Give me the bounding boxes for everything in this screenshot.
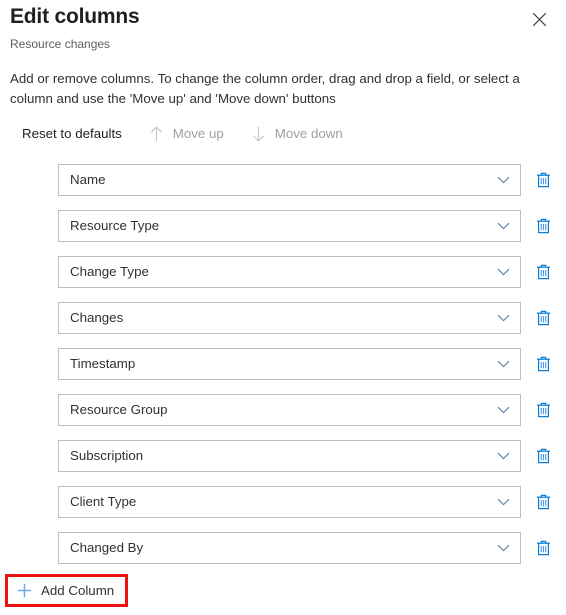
column-select-subscription[interactable]: Subscription <box>58 440 521 472</box>
trash-icon <box>535 447 552 465</box>
panel-header: Edit columns Resource changes <box>0 0 566 52</box>
chevron-down-icon <box>491 533 515 563</box>
column-select-value: Changed By <box>70 540 144 555</box>
chevron-down-icon <box>491 395 515 425</box>
column-select-name[interactable]: Name <box>58 164 521 196</box>
move-up-button[interactable]: Move up <box>148 124 224 144</box>
column-select-changes[interactable]: Changes <box>58 302 521 334</box>
column-row: Timestamp <box>0 348 566 380</box>
panel-description: Add or remove columns. To change the col… <box>10 71 520 106</box>
title-row: Edit columns <box>10 4 554 32</box>
arrow-up-icon <box>148 125 166 143</box>
delete-column-button[interactable] <box>527 165 559 195</box>
plus-icon <box>16 582 33 599</box>
panel-subtitle: Resource changes <box>10 37 111 51</box>
add-column-label: Add Column <box>41 582 115 598</box>
column-row: Name <box>0 164 566 196</box>
command-bar: Reset to defaults Move up Move down <box>22 123 566 145</box>
trash-icon <box>535 401 552 419</box>
column-select-value: Client Type <box>70 494 137 509</box>
column-select-value: Subscription <box>70 448 144 463</box>
add-column-button[interactable]: Add Column <box>8 577 114 604</box>
column-row: Resource Group <box>0 394 566 426</box>
column-select-value: Resource Type <box>70 218 160 233</box>
chevron-down-icon <box>491 165 515 195</box>
column-row: Change Type <box>0 256 566 288</box>
column-row: Subscription <box>0 440 566 472</box>
column-select-value: Change Type <box>70 264 149 279</box>
column-select-timestamp[interactable]: Timestamp <box>58 348 521 380</box>
move-up-label: Move up <box>172 126 224 141</box>
chevron-down-icon <box>491 349 515 379</box>
trash-icon <box>535 217 552 235</box>
reset-to-defaults-button[interactable]: Reset to defaults <box>22 124 122 144</box>
chevron-down-icon <box>491 487 515 517</box>
page-title: Edit columns <box>10 5 140 28</box>
move-down-button[interactable]: Move down <box>250 124 343 144</box>
chevron-down-icon <box>491 257 515 287</box>
trash-icon <box>535 355 552 373</box>
delete-column-button[interactable] <box>527 395 559 425</box>
column-select-resource-group[interactable]: Resource Group <box>58 394 521 426</box>
chevron-down-icon <box>491 441 515 471</box>
delete-column-button[interactable] <box>527 257 559 287</box>
column-row: Client Type <box>0 486 566 518</box>
trash-icon <box>535 171 552 189</box>
trash-icon <box>535 493 552 511</box>
column-row: Resource Type <box>0 210 566 242</box>
column-select-value: Name <box>70 172 106 187</box>
column-row: Changed By <box>0 532 566 564</box>
chevron-down-icon <box>491 303 515 333</box>
column-select-resource-type[interactable]: Resource Type <box>58 210 521 242</box>
column-select-value: Changes <box>70 310 124 325</box>
trash-icon <box>535 539 552 557</box>
column-select-client-type[interactable]: Client Type <box>58 486 521 518</box>
column-select-changed-by[interactable]: Changed By <box>58 532 521 564</box>
delete-column-button[interactable] <box>527 441 559 471</box>
trash-icon <box>535 263 552 281</box>
arrow-down-icon <box>250 125 268 143</box>
delete-column-button[interactable] <box>527 211 559 241</box>
close-button[interactable] <box>526 6 552 32</box>
delete-column-button[interactable] <box>527 487 559 517</box>
column-select-change-type[interactable]: Change Type <box>58 256 521 288</box>
chevron-down-icon <box>491 211 515 241</box>
delete-column-button[interactable] <box>527 303 559 333</box>
column-select-value: Timestamp <box>70 356 136 371</box>
move-down-label: Move down <box>274 126 343 141</box>
delete-column-button[interactable] <box>527 349 559 379</box>
trash-icon <box>535 309 552 327</box>
close-icon <box>532 12 547 27</box>
delete-column-button[interactable] <box>527 533 559 563</box>
columns-list: Name Resource Type Change Type Changes T… <box>0 164 566 564</box>
add-column-highlight: Add Column <box>5 574 128 607</box>
column-row: Changes <box>0 302 566 334</box>
reset-to-defaults-label: Reset to defaults <box>22 126 122 141</box>
column-select-value: Resource Group <box>70 402 168 417</box>
